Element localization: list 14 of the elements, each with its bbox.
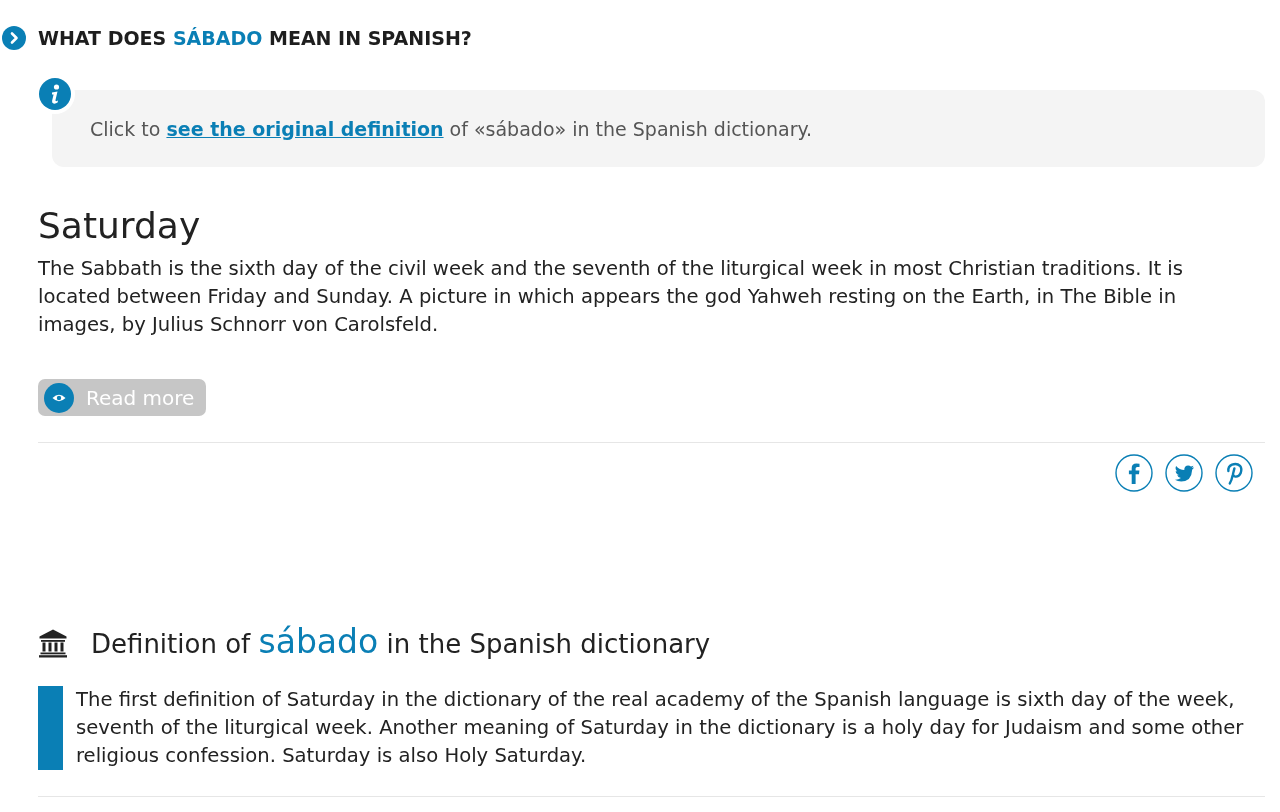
chevron-right-icon: [2, 26, 26, 50]
info-note: Click to see the original definition of «sábado» in the Spanish dictionary.: [90, 117, 813, 140]
building-columns-icon: [38, 628, 68, 658]
info-icon: [39, 78, 71, 110]
eye-icon: [44, 382, 74, 413]
bird-icon[interactable]: [1165, 454, 1203, 492]
f-letter-icon[interactable]: [1115, 454, 1153, 492]
definition-quote: The first definition of Saturday in the dictionary of the real academy of the Spanish language is sixth day of the week, seventh of the liturgical week. Another meaning of Saturday in the dictionary is a holy day for Judaism and some other religious confession. Saturday is also Holy Saturday.: [76, 687, 1245, 769]
entry-paragraph: The Sabbath is the sixth day of the civil week and the seventh of the liturgical week in most Christian traditions. It is located between Friday and Sunday. A picture in which appears the god Yahweh resting on the Earth, in The Bible in images, by Julius Schnorr von Carolsfeld.: [38, 256, 1184, 338]
p-letter-icon[interactable]: [1215, 454, 1253, 492]
entry-title: Saturday: [38, 205, 202, 247]
dictionary-heading: Definition of sábado in the Spanish dictionary: [91, 622, 711, 663]
section-heading: WHAT DOES SÁBADO MEAN IN SPANISH?: [38, 26, 472, 50]
original-definition-link[interactable]: see the original definition: [166, 117, 444, 140]
